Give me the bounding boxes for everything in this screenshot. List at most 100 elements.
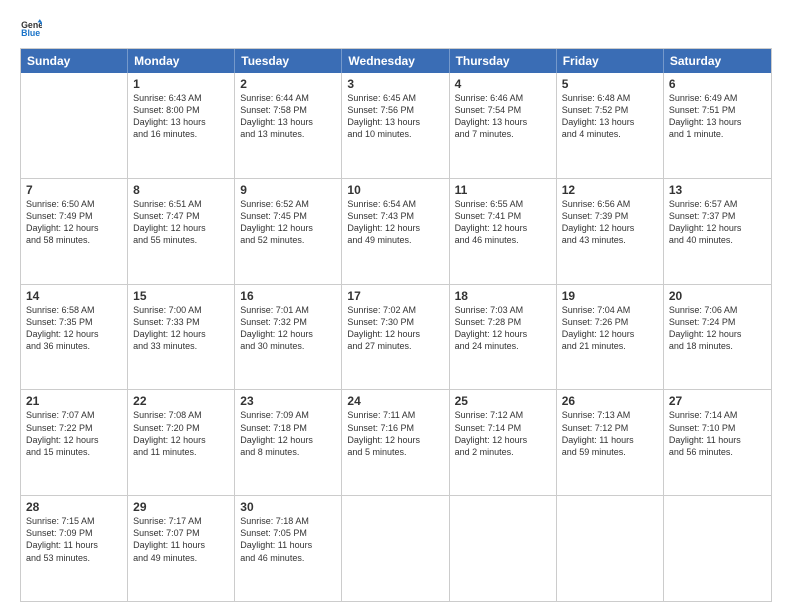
day-cell-12: 12Sunrise: 6:56 AM Sunset: 7:39 PM Dayli… (557, 179, 664, 284)
day-number: 24 (347, 394, 443, 408)
empty-cell-0-0 (21, 73, 128, 178)
day-cell-27: 27Sunrise: 7:14 AM Sunset: 7:10 PM Dayli… (664, 390, 771, 495)
day-number: 25 (455, 394, 551, 408)
day-number: 14 (26, 289, 122, 303)
day-info: Sunrise: 7:00 AM Sunset: 7:33 PM Dayligh… (133, 304, 229, 353)
day-info: Sunrise: 6:44 AM Sunset: 7:58 PM Dayligh… (240, 92, 336, 141)
day-cell-9: 9Sunrise: 6:52 AM Sunset: 7:45 PM Daylig… (235, 179, 342, 284)
day-info: Sunrise: 7:11 AM Sunset: 7:16 PM Dayligh… (347, 409, 443, 458)
day-info: Sunrise: 7:03 AM Sunset: 7:28 PM Dayligh… (455, 304, 551, 353)
day-number: 20 (669, 289, 766, 303)
day-cell-18: 18Sunrise: 7:03 AM Sunset: 7:28 PM Dayli… (450, 285, 557, 390)
day-info: Sunrise: 7:06 AM Sunset: 7:24 PM Dayligh… (669, 304, 766, 353)
day-number: 19 (562, 289, 658, 303)
day-info: Sunrise: 6:50 AM Sunset: 7:49 PM Dayligh… (26, 198, 122, 247)
calendar-header: SundayMondayTuesdayWednesdayThursdayFrid… (21, 49, 771, 73)
day-info: Sunrise: 7:15 AM Sunset: 7:09 PM Dayligh… (26, 515, 122, 564)
day-cell-2: 2Sunrise: 6:44 AM Sunset: 7:58 PM Daylig… (235, 73, 342, 178)
day-info: Sunrise: 6:48 AM Sunset: 7:52 PM Dayligh… (562, 92, 658, 141)
day-info: Sunrise: 7:08 AM Sunset: 7:20 PM Dayligh… (133, 409, 229, 458)
day-cell-17: 17Sunrise: 7:02 AM Sunset: 7:30 PM Dayli… (342, 285, 449, 390)
day-cell-3: 3Sunrise: 6:45 AM Sunset: 7:56 PM Daylig… (342, 73, 449, 178)
logo-icon: General Blue (20, 18, 42, 40)
day-info: Sunrise: 7:18 AM Sunset: 7:05 PM Dayligh… (240, 515, 336, 564)
header-day-tuesday: Tuesday (235, 49, 342, 73)
day-cell-1: 1Sunrise: 6:43 AM Sunset: 8:00 PM Daylig… (128, 73, 235, 178)
day-number: 13 (669, 183, 766, 197)
day-info: Sunrise: 6:58 AM Sunset: 7:35 PM Dayligh… (26, 304, 122, 353)
calendar-row-3: 21Sunrise: 7:07 AM Sunset: 7:22 PM Dayli… (21, 390, 771, 496)
day-cell-16: 16Sunrise: 7:01 AM Sunset: 7:32 PM Dayli… (235, 285, 342, 390)
day-cell-25: 25Sunrise: 7:12 AM Sunset: 7:14 PM Dayli… (450, 390, 557, 495)
day-cell-14: 14Sunrise: 6:58 AM Sunset: 7:35 PM Dayli… (21, 285, 128, 390)
day-cell-8: 8Sunrise: 6:51 AM Sunset: 7:47 PM Daylig… (128, 179, 235, 284)
day-cell-4: 4Sunrise: 6:46 AM Sunset: 7:54 PM Daylig… (450, 73, 557, 178)
day-cell-13: 13Sunrise: 6:57 AM Sunset: 7:37 PM Dayli… (664, 179, 771, 284)
day-info: Sunrise: 7:09 AM Sunset: 7:18 PM Dayligh… (240, 409, 336, 458)
day-number: 27 (669, 394, 766, 408)
calendar-row-1: 7Sunrise: 6:50 AM Sunset: 7:49 PM Daylig… (21, 179, 771, 285)
day-number: 23 (240, 394, 336, 408)
day-cell-23: 23Sunrise: 7:09 AM Sunset: 7:18 PM Dayli… (235, 390, 342, 495)
day-cell-10: 10Sunrise: 6:54 AM Sunset: 7:43 PM Dayli… (342, 179, 449, 284)
day-cell-22: 22Sunrise: 7:08 AM Sunset: 7:20 PM Dayli… (128, 390, 235, 495)
header-day-sunday: Sunday (21, 49, 128, 73)
day-cell-11: 11Sunrise: 6:55 AM Sunset: 7:41 PM Dayli… (450, 179, 557, 284)
logo: General Blue (20, 18, 46, 40)
page: General Blue SundayMondayTuesdayWednesda… (0, 0, 792, 612)
day-number: 15 (133, 289, 229, 303)
day-info: Sunrise: 6:56 AM Sunset: 7:39 PM Dayligh… (562, 198, 658, 247)
day-info: Sunrise: 7:17 AM Sunset: 7:07 PM Dayligh… (133, 515, 229, 564)
svg-text:Blue: Blue (21, 28, 40, 38)
day-cell-6: 6Sunrise: 6:49 AM Sunset: 7:51 PM Daylig… (664, 73, 771, 178)
day-cell-21: 21Sunrise: 7:07 AM Sunset: 7:22 PM Dayli… (21, 390, 128, 495)
day-info: Sunrise: 7:13 AM Sunset: 7:12 PM Dayligh… (562, 409, 658, 458)
calendar: SundayMondayTuesdayWednesdayThursdayFrid… (20, 48, 772, 602)
day-info: Sunrise: 6:49 AM Sunset: 7:51 PM Dayligh… (669, 92, 766, 141)
day-number: 21 (26, 394, 122, 408)
calendar-row-4: 28Sunrise: 7:15 AM Sunset: 7:09 PM Dayli… (21, 496, 771, 601)
header-day-friday: Friday (557, 49, 664, 73)
day-number: 26 (562, 394, 658, 408)
header-day-wednesday: Wednesday (342, 49, 449, 73)
day-cell-29: 29Sunrise: 7:17 AM Sunset: 7:07 PM Dayli… (128, 496, 235, 601)
day-number: 9 (240, 183, 336, 197)
header: General Blue (20, 18, 772, 40)
day-info: Sunrise: 7:14 AM Sunset: 7:10 PM Dayligh… (669, 409, 766, 458)
day-info: Sunrise: 6:45 AM Sunset: 7:56 PM Dayligh… (347, 92, 443, 141)
day-cell-7: 7Sunrise: 6:50 AM Sunset: 7:49 PM Daylig… (21, 179, 128, 284)
day-number: 17 (347, 289, 443, 303)
empty-cell-4-6 (664, 496, 771, 601)
day-cell-5: 5Sunrise: 6:48 AM Sunset: 7:52 PM Daylig… (557, 73, 664, 178)
day-number: 16 (240, 289, 336, 303)
day-number: 11 (455, 183, 551, 197)
header-day-monday: Monday (128, 49, 235, 73)
empty-cell-4-5 (557, 496, 664, 601)
day-number: 29 (133, 500, 229, 514)
calendar-body: 1Sunrise: 6:43 AM Sunset: 8:00 PM Daylig… (21, 73, 771, 601)
calendar-row-2: 14Sunrise: 6:58 AM Sunset: 7:35 PM Dayli… (21, 285, 771, 391)
day-cell-20: 20Sunrise: 7:06 AM Sunset: 7:24 PM Dayli… (664, 285, 771, 390)
day-number: 4 (455, 77, 551, 91)
day-info: Sunrise: 7:01 AM Sunset: 7:32 PM Dayligh… (240, 304, 336, 353)
day-number: 1 (133, 77, 229, 91)
day-number: 5 (562, 77, 658, 91)
day-cell-19: 19Sunrise: 7:04 AM Sunset: 7:26 PM Dayli… (557, 285, 664, 390)
day-info: Sunrise: 7:02 AM Sunset: 7:30 PM Dayligh… (347, 304, 443, 353)
day-info: Sunrise: 6:54 AM Sunset: 7:43 PM Dayligh… (347, 198, 443, 247)
header-day-saturday: Saturday (664, 49, 771, 73)
day-info: Sunrise: 6:46 AM Sunset: 7:54 PM Dayligh… (455, 92, 551, 141)
day-info: Sunrise: 6:51 AM Sunset: 7:47 PM Dayligh… (133, 198, 229, 247)
day-info: Sunrise: 6:55 AM Sunset: 7:41 PM Dayligh… (455, 198, 551, 247)
day-number: 6 (669, 77, 766, 91)
day-number: 22 (133, 394, 229, 408)
day-cell-15: 15Sunrise: 7:00 AM Sunset: 7:33 PM Dayli… (128, 285, 235, 390)
day-info: Sunrise: 7:07 AM Sunset: 7:22 PM Dayligh… (26, 409, 122, 458)
day-cell-30: 30Sunrise: 7:18 AM Sunset: 7:05 PM Dayli… (235, 496, 342, 601)
calendar-row-0: 1Sunrise: 6:43 AM Sunset: 8:00 PM Daylig… (21, 73, 771, 179)
day-cell-24: 24Sunrise: 7:11 AM Sunset: 7:16 PM Dayli… (342, 390, 449, 495)
day-cell-28: 28Sunrise: 7:15 AM Sunset: 7:09 PM Dayli… (21, 496, 128, 601)
day-number: 2 (240, 77, 336, 91)
day-info: Sunrise: 6:52 AM Sunset: 7:45 PM Dayligh… (240, 198, 336, 247)
day-number: 10 (347, 183, 443, 197)
